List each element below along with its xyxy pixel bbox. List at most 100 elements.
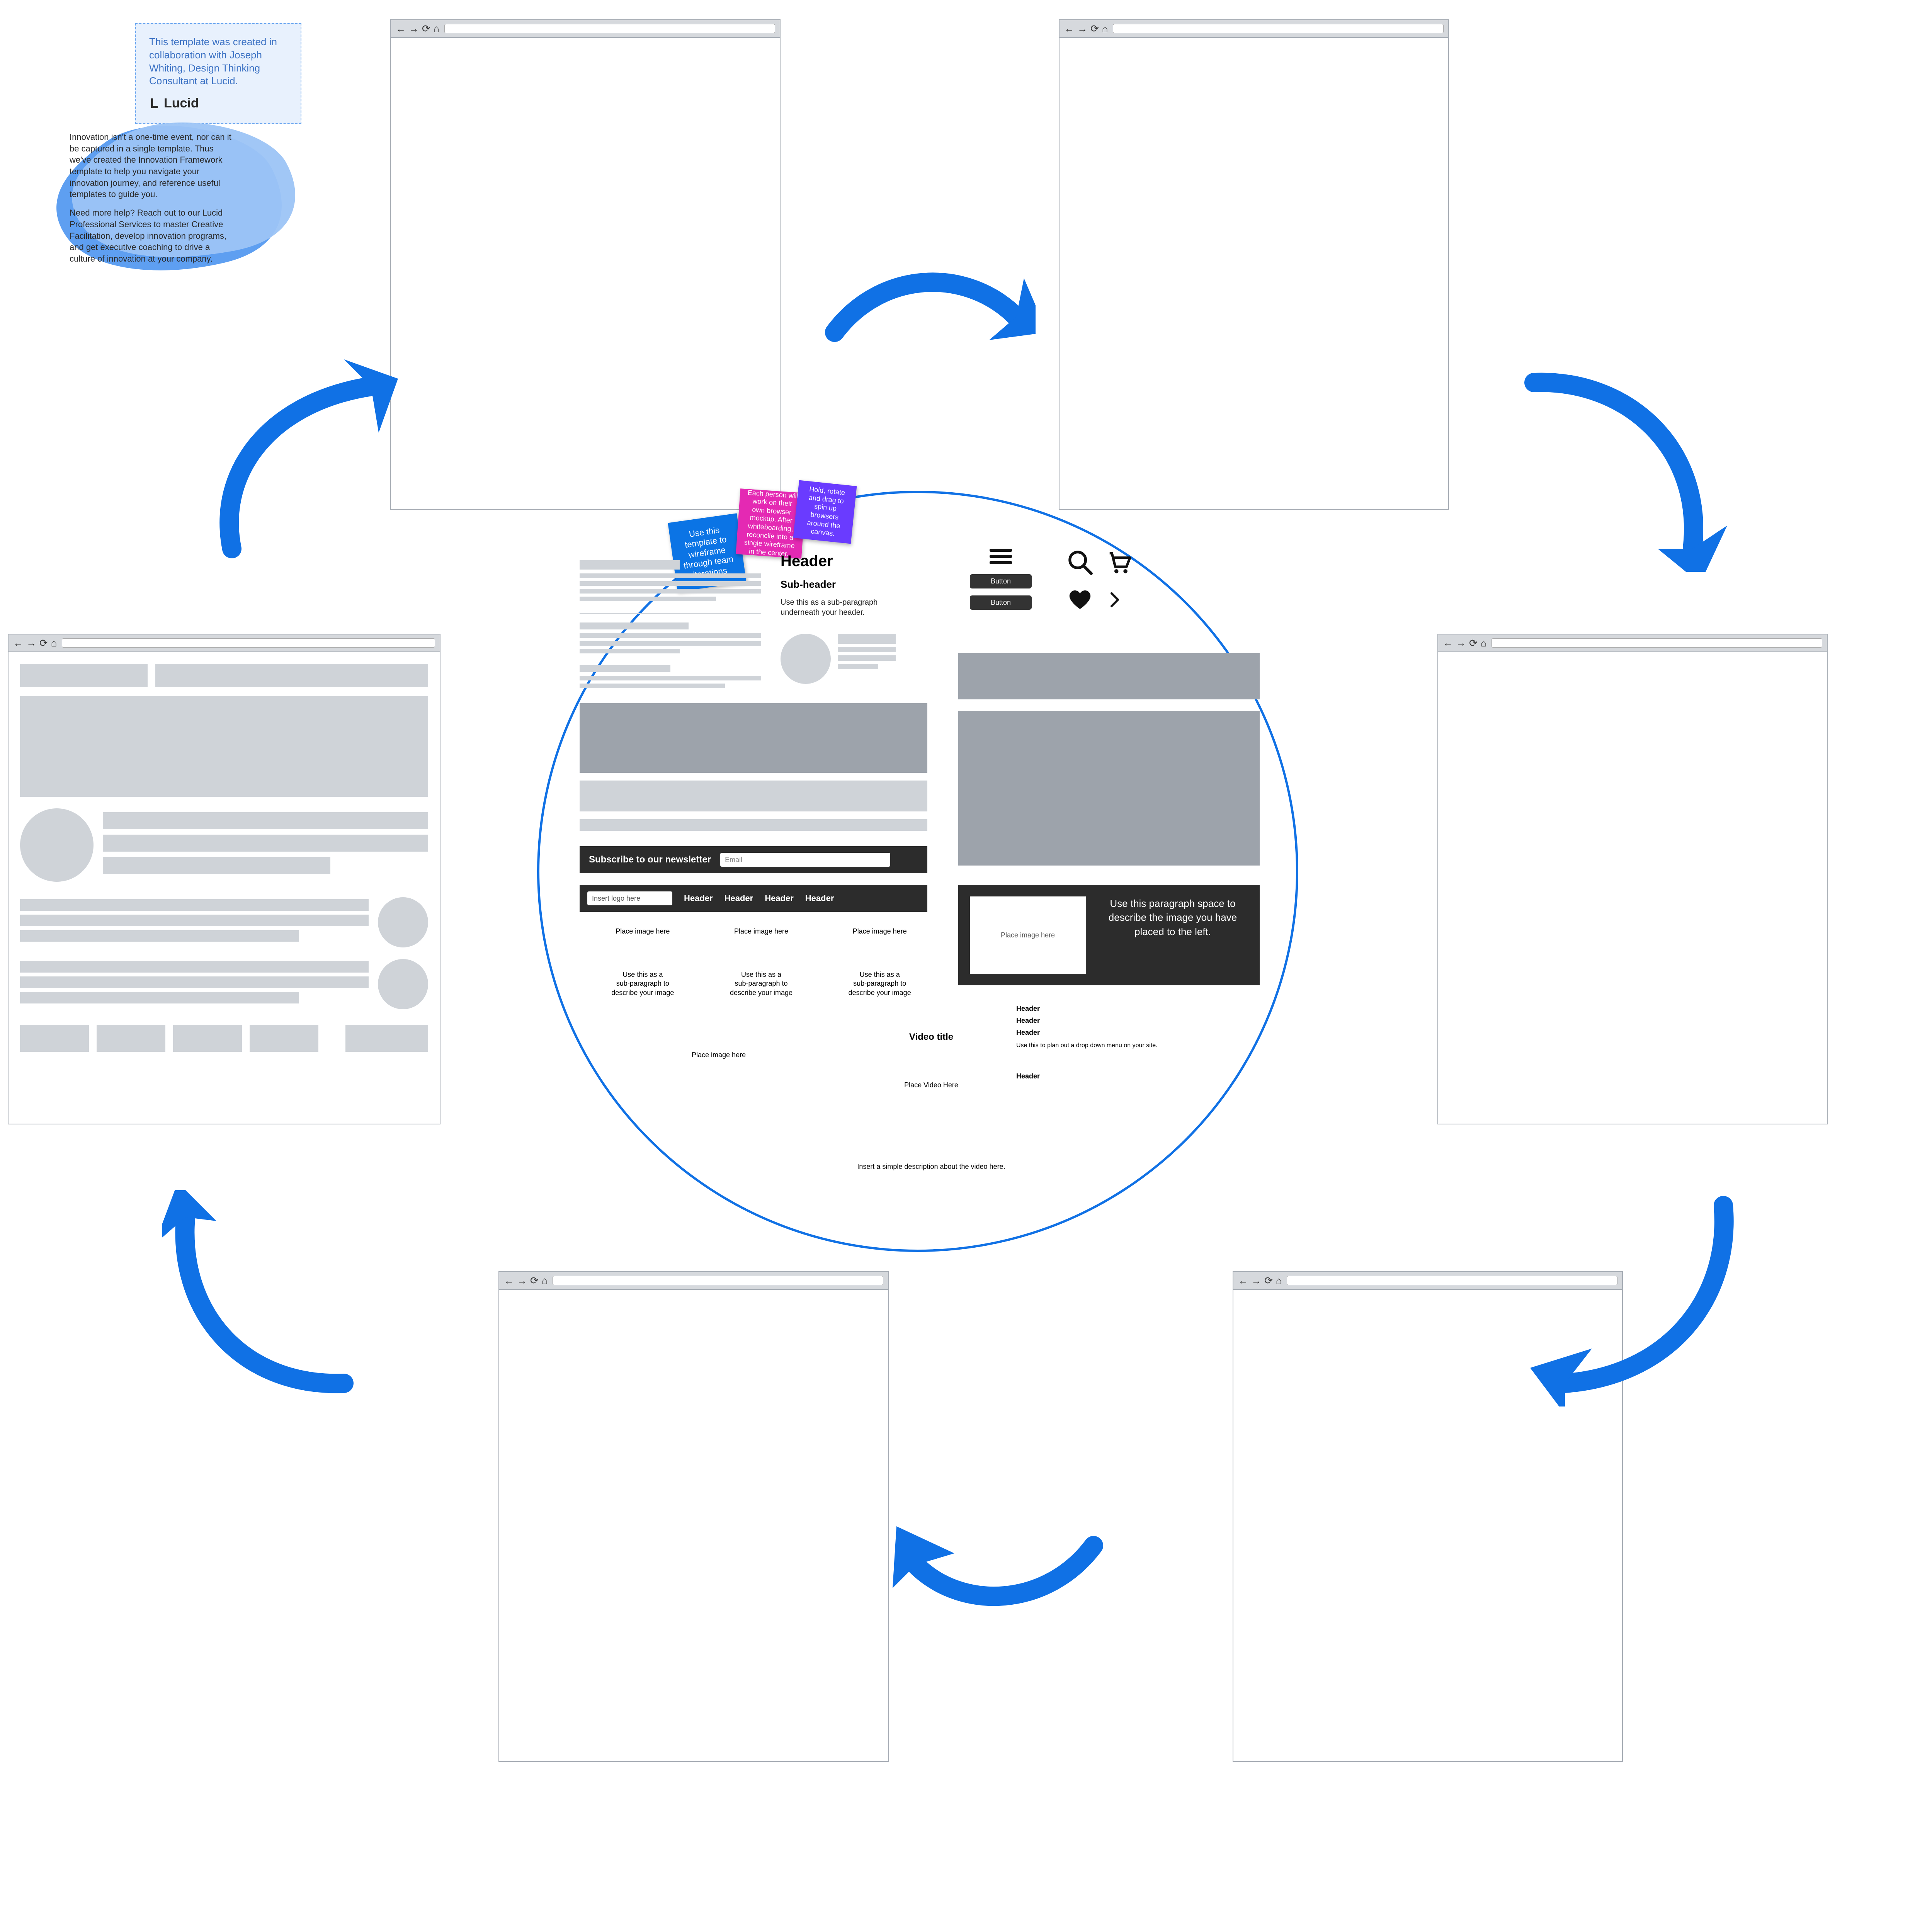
text-line-placeholder bbox=[20, 899, 369, 911]
browser-body[interactable] bbox=[391, 38, 780, 509]
video-placeholder-label: Place Video Here bbox=[850, 1081, 1012, 1089]
dropdown-header[interactable]: Header bbox=[1016, 1005, 1233, 1013]
home-icon[interactable]: ⌂ bbox=[51, 637, 58, 649]
home-icon[interactable]: ⌂ bbox=[542, 1275, 549, 1287]
sticky-note-tertiary[interactable]: Hold, rotate and drag to spin up browser… bbox=[793, 480, 857, 544]
browser-mockup-2[interactable]: ← → ⟳ ⌂ bbox=[1059, 19, 1449, 510]
caption-line: describe your image bbox=[714, 988, 809, 997]
text-line-placeholder bbox=[20, 930, 299, 942]
text-line-placeholder bbox=[20, 992, 299, 1003]
forward-icon[interactable]: → bbox=[1077, 23, 1088, 35]
forward-icon[interactable]: → bbox=[517, 1275, 528, 1287]
browser-nav-icons: ← → ⟳ ⌂ bbox=[1443, 637, 1488, 649]
reload-icon[interactable]: ⟳ bbox=[1264, 1275, 1274, 1287]
reload-icon[interactable]: ⟳ bbox=[422, 23, 431, 35]
text-line-placeholder bbox=[838, 634, 896, 644]
reload-icon[interactable]: ⟳ bbox=[39, 637, 49, 649]
text-line-placeholder bbox=[20, 915, 369, 926]
info-attribution-text: This template was created in collaborati… bbox=[149, 36, 287, 88]
browser-body[interactable] bbox=[1060, 38, 1448, 509]
browser-chrome: ← → ⟳ ⌂ bbox=[391, 20, 780, 38]
url-bar[interactable] bbox=[553, 1276, 883, 1285]
video-title: Video title bbox=[850, 1032, 1012, 1043]
forward-icon[interactable]: → bbox=[1456, 637, 1467, 649]
flow-arrow-4 bbox=[1530, 1190, 1747, 1406]
subheader-label: Sub-header bbox=[781, 578, 904, 590]
browser-mockup-5[interactable]: ← → ⟳ ⌂ bbox=[498, 1271, 889, 1762]
image-card: Place image here Use this as a sub-parag… bbox=[832, 927, 927, 997]
browser-mockup-6-populated[interactable]: ← → ⟳ ⌂ bbox=[8, 634, 440, 1124]
nav-item[interactable]: Header bbox=[805, 893, 834, 903]
text-line-placeholder bbox=[580, 581, 761, 586]
browser-chrome: ← → ⟳ ⌂ bbox=[1438, 634, 1827, 652]
chevron-right-icon[interactable] bbox=[1105, 587, 1124, 612]
text-line-placeholder bbox=[580, 589, 761, 594]
forward-icon[interactable]: → bbox=[1251, 1275, 1262, 1287]
nav-item[interactable]: Header bbox=[724, 893, 753, 903]
button-label: Button bbox=[991, 599, 1011, 607]
image-card-caption: Use this as a sub-paragraph to describe … bbox=[714, 970, 809, 997]
text-line-placeholder bbox=[580, 676, 761, 680]
sticky-note-text: Hold, rotate and drag to spin up browser… bbox=[801, 485, 850, 539]
home-icon[interactable]: ⌂ bbox=[1481, 637, 1488, 649]
reload-icon[interactable]: ⟳ bbox=[1090, 23, 1100, 35]
back-icon[interactable]: ← bbox=[13, 637, 24, 649]
search-icon[interactable] bbox=[1066, 549, 1094, 576]
forward-icon[interactable]: → bbox=[26, 637, 37, 649]
hero-image-text-block: Place image here Use this paragraph spac… bbox=[958, 885, 1260, 985]
nav-item[interactable]: Header bbox=[684, 893, 713, 903]
caption-line: sub-paragraph to bbox=[595, 979, 690, 988]
back-icon[interactable]: ← bbox=[396, 23, 406, 35]
intro-blob: Innovation isn't a one-time event, nor c… bbox=[43, 116, 313, 270]
home-icon[interactable]: ⌂ bbox=[1102, 23, 1109, 35]
newsletter-email-input[interactable]: Email bbox=[720, 853, 890, 867]
kit-profile-block bbox=[781, 634, 896, 684]
logo-slot: Insert logo here bbox=[587, 891, 672, 905]
image-placeholder-label: Place image here bbox=[692, 1051, 746, 1059]
dropdown-header[interactable]: Header bbox=[1016, 1072, 1233, 1080]
caption-line: sub-paragraph to bbox=[714, 979, 809, 988]
browser-chrome: ← → ⟳ ⌂ bbox=[499, 1272, 888, 1290]
home-icon[interactable]: ⌂ bbox=[1276, 1275, 1283, 1287]
caption-line: describe your image bbox=[595, 988, 690, 997]
url-bar[interactable] bbox=[1113, 24, 1444, 33]
browser-mockup-1[interactable]: ← → ⟳ ⌂ bbox=[390, 19, 781, 510]
text-line-placeholder bbox=[580, 560, 680, 570]
cart-icon[interactable] bbox=[1105, 549, 1134, 576]
back-icon[interactable]: ← bbox=[1238, 1275, 1249, 1287]
browser-mockup-3[interactable]: ← → ⟳ ⌂ bbox=[1437, 634, 1828, 1124]
forward-icon[interactable]: → bbox=[409, 23, 420, 35]
hamburger-icon[interactable] bbox=[990, 549, 1012, 566]
hero-paragraph: Use this paragraph space to describe the… bbox=[1097, 896, 1248, 939]
url-bar[interactable] bbox=[62, 638, 435, 648]
caption-line: Use this as a bbox=[832, 970, 927, 979]
back-icon[interactable]: ← bbox=[504, 1275, 515, 1287]
image-card-caption: Use this as a sub-paragraph to describe … bbox=[595, 970, 690, 997]
kit-button-column: Button Button bbox=[970, 549, 1032, 610]
url-bar[interactable] bbox=[1492, 638, 1822, 648]
lucid-logo-text: Lucid bbox=[164, 95, 199, 112]
browser-nav-icons: ← → ⟳ ⌂ bbox=[1238, 1275, 1283, 1287]
text-line-placeholder bbox=[580, 597, 716, 601]
browser-body[interactable] bbox=[499, 1290, 888, 1761]
nav-item[interactable]: Header bbox=[765, 893, 794, 903]
reload-icon[interactable]: ⟳ bbox=[1469, 637, 1478, 649]
back-icon[interactable]: ← bbox=[1443, 637, 1454, 649]
reload-icon[interactable]: ⟳ bbox=[530, 1275, 539, 1287]
text-line-placeholder bbox=[838, 647, 896, 652]
url-bar[interactable] bbox=[444, 24, 775, 33]
back-icon[interactable]: ← bbox=[1064, 23, 1075, 35]
dropdown-hint-text: Use this to plan out a drop down menu on… bbox=[1016, 1042, 1233, 1049]
browser-body[interactable] bbox=[9, 652, 440, 1124]
home-icon[interactable]: ⌂ bbox=[434, 23, 440, 35]
text-line-placeholder bbox=[580, 684, 725, 688]
dropdown-header[interactable]: Header bbox=[1016, 1029, 1233, 1037]
button-primary[interactable]: Button bbox=[970, 595, 1032, 610]
browser-body[interactable] bbox=[1438, 652, 1827, 1124]
kit-icon-row bbox=[1066, 549, 1151, 612]
button-primary[interactable]: Button bbox=[970, 574, 1032, 588]
flow-arrow-5 bbox=[893, 1515, 1109, 1623]
heart-icon[interactable] bbox=[1066, 587, 1094, 612]
dropdown-header[interactable]: Header bbox=[1016, 1017, 1233, 1025]
kit-left-column bbox=[580, 560, 761, 691]
